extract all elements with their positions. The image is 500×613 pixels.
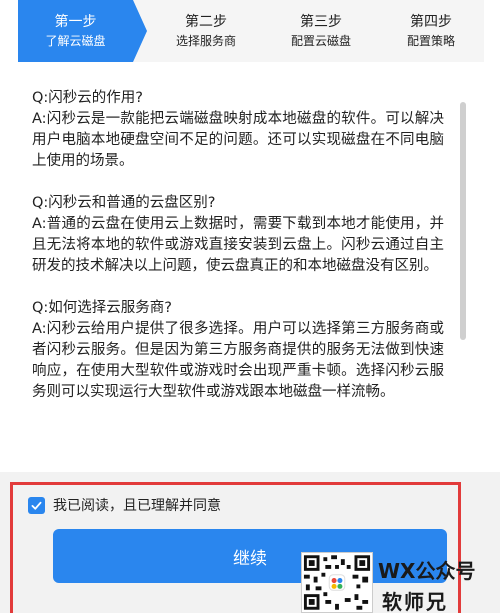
agree-checkbox[interactable] [28,496,45,514]
check-icon [31,501,42,510]
step-2[interactable]: 第二步 选择服务商 [151,0,261,62]
faq-answer: A:闪秒云是一款能把云端磁盘映射成本地磁盘的软件。可以解决用户电脑本地硬盘空间不… [32,111,444,169]
faq-item: Q:闪秒云和普通的云盘区别? A:普通的云盘在使用云上数据时，需要下载到本地才能… [32,193,444,277]
step-subtitle: 配置策略 [406,34,455,48]
faq-item: Q:闪秒云的作用? A:闪秒云是一款能把云端磁盘映射成本地磁盘的软件。可以解决用… [32,88,444,172]
faq-panel: Q:闪秒云的作用? A:闪秒云是一款能把云端磁盘映射成本地磁盘的软件。可以解决用… [14,76,486,466]
faq-question: Q:闪秒云的作用? [32,90,143,106]
faq-answer: A:闪秒云给用户提供了很多选择。用户可以选择第三方服务商或者闪秒云服务。但是因为… [32,321,444,400]
qr-code-icon [302,553,372,612]
step-subtitle: 选择服务商 [175,34,236,48]
step-title: 第三步 [300,14,342,30]
step-subtitle: 配置云磁盘 [290,34,351,48]
faq-list: Q:闪秒云的作用? A:闪秒云是一款能把云端磁盘映射成本地磁盘的软件。可以解决用… [32,88,444,424]
steps-bar: 第一步 了解云磁盘 第二步 选择服务商 第三步 配置云磁盘 第四步 配置策略 [18,0,484,62]
scrollbar[interactable] [460,102,466,340]
agree-row[interactable]: 我已阅读，且已理解并同意 [28,495,221,515]
step-title: 第二步 [185,14,227,30]
step-subtitle: 了解云磁盘 [45,34,106,48]
faq-question: Q:闪秒云和普通的云盘区别? [32,195,216,211]
step-3[interactable]: 第三步 配置云磁盘 [266,0,376,62]
faq-question: Q:如何选择云服务商? [32,300,172,316]
step-4[interactable]: 第四步 配置策略 [378,0,484,62]
faq-item: Q:如何选择云服务商? A:闪秒云给用户提供了很多选择。用户可以选择第三方服务商… [32,298,444,403]
agree-label: 我已阅读，且已理解并同意 [53,498,221,514]
step-1[interactable]: 第一步 了解云磁盘 [18,0,147,62]
faq-answer: A:普通的云盘在使用云上数据时，需要下载到本地才能使用，并且无法将本地的软件或游… [32,216,444,274]
watermark-line-2: 软师兄 [382,590,448,613]
qr-code-image [301,552,373,613]
watermark-line-1: WX公众号 [378,559,476,583]
step-title: 第四步 [410,14,452,30]
step-title: 第一步 [54,14,97,30]
